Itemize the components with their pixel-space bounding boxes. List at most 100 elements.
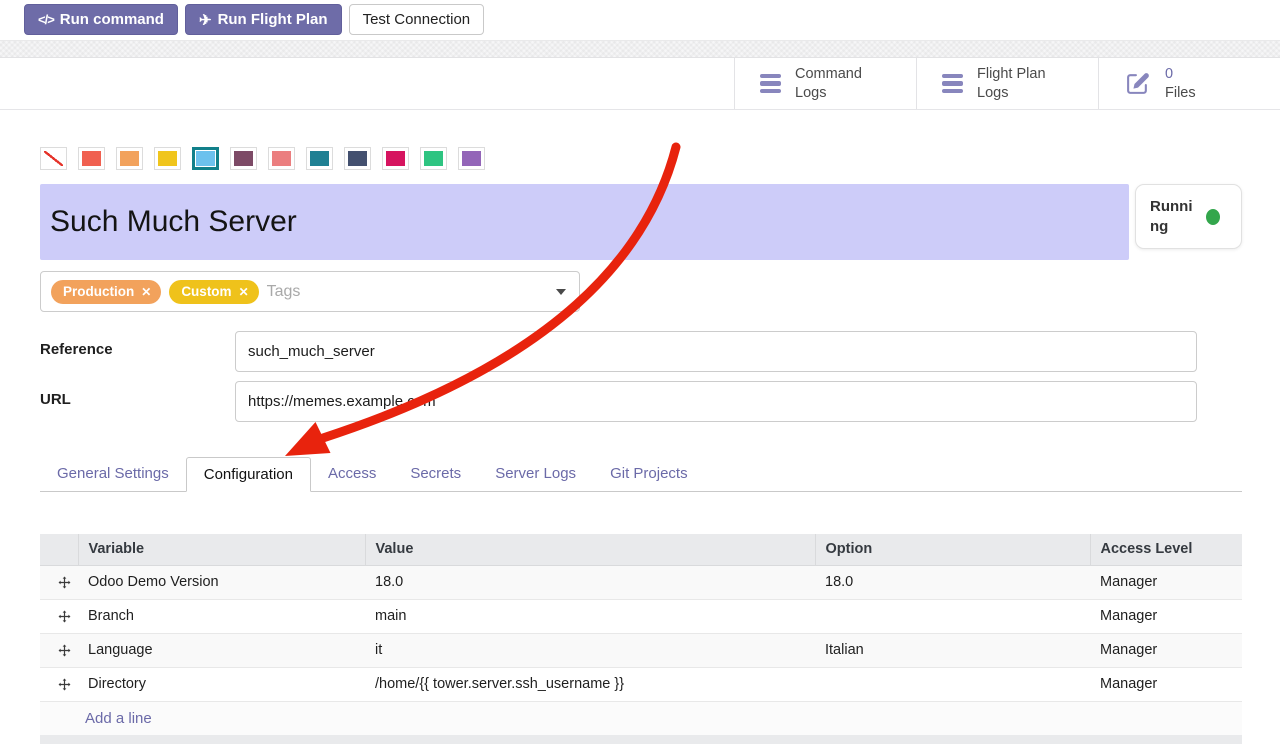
run-flight-plan-button[interactable]: ✈ Run Flight Plan [185,4,342,35]
cell-variable[interactable]: Directory [78,667,365,701]
statusbar: </> Run command ✈ Run Flight Plan Test C… [0,0,1280,40]
cell-value[interactable]: /home/{{ tower.server.ssh_username }} [365,667,815,701]
column-header-value[interactable]: Value [365,534,815,565]
color-swatch-light-blue-selected[interactable] [192,147,219,170]
flight-plan-logs-label-line1: Flight Plan [977,66,1046,82]
list-icon [760,74,781,94]
remove-tag-icon[interactable]: ✕ [141,285,151,299]
tag-label: Production [63,284,134,299]
color-palette [40,147,1242,170]
run-command-button[interactable]: </> Run command [24,4,178,35]
flight-plan-logs-label-line2: Logs [977,85,1008,101]
url-field-row: URL [40,381,1242,422]
test-connection-button[interactable]: Test Connection [349,4,485,35]
url-label: URL [40,381,235,408]
tab-secrets[interactable]: Secrets [393,457,478,491]
run-flight-plan-label: Run Flight Plan [218,11,328,28]
color-swatch-orange[interactable] [116,147,143,170]
cell-option[interactable]: 18.0 [815,565,1090,599]
cell-option[interactable] [815,667,1090,701]
url-input[interactable] [235,381,1197,422]
remove-tag-icon[interactable]: ✕ [239,285,249,299]
tab-access[interactable]: Access [311,457,393,491]
form-sheet: Such Much Server Running Production ✕ Cu… [0,110,1280,744]
tab-general-settings[interactable]: General Settings [40,457,186,491]
table-footer-strip [40,735,1242,744]
move-icon [58,642,71,658]
table-header-row: Variable Value Option Access Level [40,534,1242,565]
command-logs-label-line2: Logs [795,85,826,101]
status-dot [1206,209,1220,225]
drag-handle[interactable] [40,565,78,599]
move-icon [58,574,71,590]
cell-access-level[interactable]: Manager [1090,633,1242,667]
divider-strip [0,40,1280,58]
code-icon: </> [38,12,54,27]
color-swatch-purple[interactable] [458,147,485,170]
move-icon [58,608,71,624]
cell-option[interactable]: Italian [815,633,1090,667]
flight-plan-logs-button[interactable]: Flight Plan Logs [916,58,1098,109]
color-swatch-red[interactable] [78,147,105,170]
command-logs-button[interactable]: Command Logs [734,58,916,109]
cell-value[interactable]: main [365,599,815,633]
panel-header: Command Logs Flight Plan Logs 0 Files [0,58,1280,110]
command-logs-label-line1: Command [795,66,862,82]
add-line-row: Add a line [40,701,1242,735]
list-icon [942,74,963,94]
color-swatch-medium-blue[interactable] [306,147,333,170]
record-title-input[interactable]: Such Much Server [40,184,1129,260]
drag-handle[interactable] [40,633,78,667]
color-swatch-salmon-pink[interactable] [268,147,295,170]
reference-field-row: Reference [40,331,1242,372]
cell-variable[interactable]: Branch [78,599,365,633]
tab-server-logs[interactable]: Server Logs [478,457,593,491]
cell-access-level[interactable]: Manager [1090,599,1242,633]
table-row: Language it Italian Manager [40,633,1242,667]
color-swatch-dark-purple[interactable] [230,147,257,170]
color-swatch-fuchsia[interactable] [382,147,409,170]
run-command-label: Run command [60,11,164,28]
color-swatch-green[interactable] [420,147,447,170]
chevron-down-icon[interactable] [556,289,566,295]
handle-column-header [40,534,78,565]
table-row: Directory /home/{{ tower.server.ssh_user… [40,667,1242,701]
files-count: 0 [1165,66,1173,82]
test-connection-label: Test Connection [363,11,471,28]
reference-label: Reference [40,331,235,358]
files-button[interactable]: 0 Files [1098,58,1280,109]
notebook-tabs: General Settings Configuration Access Se… [40,457,1242,492]
configuration-table: Variable Value Option Access Level Odoo … [40,534,1242,735]
tags-input[interactable]: Production ✕ Custom ✕ Tags [40,271,580,312]
add-a-line-link[interactable]: Add a line [85,710,152,727]
cell-variable[interactable]: Odoo Demo Version [78,565,365,599]
tag-pill-production[interactable]: Production ✕ [51,280,161,304]
tag-pill-custom[interactable]: Custom ✕ [169,280,258,304]
plane-icon: ✈ [199,11,212,29]
files-label: Files [1165,85,1196,101]
color-swatch-dark-blue[interactable] [344,147,371,170]
cell-variable[interactable]: Language [78,633,365,667]
table-row: Branch main Manager [40,599,1242,633]
cell-value[interactable]: it [365,633,815,667]
column-header-option[interactable]: Option [815,534,1090,565]
reference-input[interactable] [235,331,1197,372]
edit-icon [1124,71,1151,96]
column-header-variable[interactable]: Variable [78,534,365,565]
color-swatch-yellow[interactable] [154,147,181,170]
cell-option[interactable] [815,599,1090,633]
table-row: Odoo Demo Version 18.0 18.0 Manager [40,565,1242,599]
cell-value[interactable]: 18.0 [365,565,815,599]
column-header-access-level[interactable]: Access Level [1090,534,1242,565]
tags-placeholder: Tags [267,283,301,301]
tag-label: Custom [181,284,231,299]
tab-configuration[interactable]: Configuration [186,457,311,492]
status-indicator[interactable]: Running [1135,184,1242,249]
tab-git-projects[interactable]: Git Projects [593,457,705,491]
color-swatch-no-color[interactable] [40,147,67,170]
status-label: Running [1150,197,1197,236]
cell-access-level[interactable]: Manager [1090,667,1242,701]
cell-access-level[interactable]: Manager [1090,565,1242,599]
drag-handle[interactable] [40,667,78,701]
drag-handle[interactable] [40,599,78,633]
